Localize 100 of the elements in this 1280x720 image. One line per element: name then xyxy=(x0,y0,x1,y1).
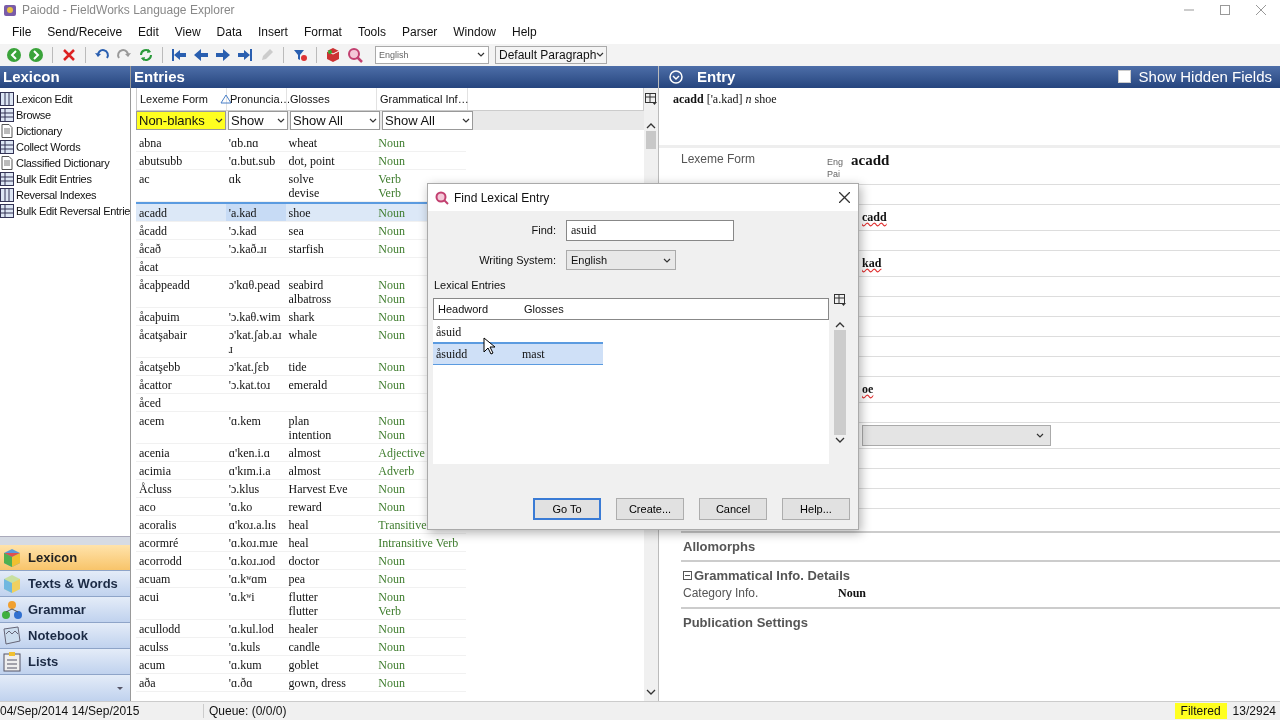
lexeme-text: aculss xyxy=(139,639,169,654)
category-text: Noun xyxy=(378,241,405,256)
cube-icon[interactable] xyxy=(325,46,341,63)
table-icon xyxy=(0,171,14,186)
category-text: Noun xyxy=(378,499,405,514)
gloss-text: emerald xyxy=(288,377,328,392)
area-button[interactable]: Texts & Words xyxy=(0,571,130,597)
column-chooser-icon[interactable] xyxy=(645,92,657,105)
collapse-icon[interactable] xyxy=(669,69,683,84)
column-header[interactable]: Headword xyxy=(434,303,524,315)
delete-icon[interactable] xyxy=(61,46,77,63)
search-icon[interactable] xyxy=(347,46,363,63)
pronunciation-text: 'ɔ.klus xyxy=(228,481,260,496)
gloss-text: whale xyxy=(288,327,318,342)
find-field[interactable]: asuid xyxy=(566,219,734,241)
gloss-text: albatross xyxy=(288,291,332,306)
tool-item[interactable]: Bulk Edit Entries xyxy=(0,170,130,187)
caret-icon xyxy=(1036,432,1044,438)
caret-icon xyxy=(369,117,377,123)
column-header[interactable]: Glosses xyxy=(524,303,564,315)
splitter-handle[interactable] xyxy=(0,536,130,545)
forward-icon[interactable] xyxy=(28,46,44,63)
tool-item[interactable]: Collect Words xyxy=(0,138,130,155)
category-text: Noun xyxy=(378,359,405,374)
column-header[interactable]: Grammatical Inf… xyxy=(380,92,469,105)
lexeme-text: ac xyxy=(139,171,150,186)
section-heading: Publication Settings xyxy=(683,614,809,630)
scroll-down-icon[interactable] xyxy=(646,689,656,695)
gloss-text: shoe xyxy=(288,205,311,220)
last-icon[interactable] xyxy=(237,46,253,63)
gloss-text: seabird xyxy=(288,277,324,292)
back-icon[interactable] xyxy=(6,46,22,63)
column-header[interactable]: Glosses xyxy=(290,92,330,105)
area-button[interactable]: Grammar xyxy=(0,597,130,623)
area-button[interactable]: Notebook xyxy=(0,623,130,649)
dialog-button[interactable]: Cancel xyxy=(699,498,767,520)
selected-row[interactable]: åsuidd mast xyxy=(433,342,603,365)
category-text: Noun xyxy=(378,277,405,292)
scrollbar-thumb[interactable] xyxy=(834,330,846,435)
menu-item[interactable]: File xyxy=(4,24,40,39)
caret-icon[interactable] xyxy=(116,685,124,691)
lexeme-text: åcað xyxy=(139,241,161,256)
checkbox-label[interactable]: Show Hidden Fields xyxy=(1138,68,1272,86)
tool-item[interactable]: Classified Dictionary xyxy=(0,154,130,171)
menu-item[interactable]: Insert xyxy=(249,24,296,39)
tool-item[interactable]: Lexicon Edit xyxy=(0,90,130,107)
area-button[interactable]: Lexicon xyxy=(0,545,130,571)
menu-item[interactable]: Format xyxy=(295,24,350,39)
menu-item[interactable]: Data xyxy=(208,24,250,39)
field-value: oe xyxy=(862,381,874,397)
menu-item[interactable]: Send/Receive xyxy=(39,24,131,39)
caret-icon xyxy=(596,52,605,58)
tool-item[interactable]: Browse xyxy=(0,106,130,123)
gloss-text: goblet xyxy=(288,657,319,672)
gloss-text: solve xyxy=(288,171,314,186)
menu-item[interactable]: Window xyxy=(445,24,504,39)
gloss-text: devise xyxy=(288,185,320,200)
lexeme-text: acimia xyxy=(139,463,171,478)
refresh-icon[interactable] xyxy=(138,46,154,63)
maximize-icon[interactable] xyxy=(1220,5,1230,15)
filter-indicator: Filtered xyxy=(1174,703,1227,719)
pronunciation-text: 'ɑ.ðɑ xyxy=(228,675,253,690)
tool-item[interactable]: Dictionary xyxy=(0,122,130,139)
close-icon[interactable] xyxy=(839,192,850,203)
style-combo[interactable]: Default Paragraph xyxy=(495,45,607,64)
scroll-down-icon[interactable] xyxy=(835,437,845,443)
pronunciation-text: 'ɑ.ko xyxy=(228,499,253,514)
menu-item[interactable]: Help xyxy=(504,24,545,39)
scroll-up-icon[interactable] xyxy=(646,122,656,129)
pane-title: Entry xyxy=(697,68,736,86)
pronunciation-text: 'ɔ.kat.toɹ xyxy=(228,377,271,392)
menu-item[interactable]: Tools xyxy=(349,24,394,39)
lexeme-text: åcadd xyxy=(139,223,167,238)
scroll-up-icon[interactable] xyxy=(835,322,845,328)
first-icon[interactable] xyxy=(171,46,187,63)
writing-system-combo[interactable]: English xyxy=(566,250,676,270)
tool-item[interactable]: Reversal Indexes xyxy=(0,186,130,203)
scrollbar-thumb[interactable] xyxy=(646,130,656,149)
area-button[interactable]: Lists xyxy=(0,649,130,675)
menu-item[interactable]: View xyxy=(166,24,209,39)
menu-item[interactable]: Parser xyxy=(393,24,446,39)
dialog-button[interactable]: Create... xyxy=(616,498,684,520)
checkbox[interactable] xyxy=(1117,70,1131,84)
dialog-button[interactable]: Go To xyxy=(533,498,601,520)
tool-item[interactable]: Bulk Edit Reversal Entrie xyxy=(0,202,130,219)
gloss-text: wheat xyxy=(288,135,318,150)
caret-icon xyxy=(462,117,470,123)
writing-system-combo[interactable]: English xyxy=(375,45,489,64)
next-icon[interactable] xyxy=(215,46,231,63)
menu-item[interactable]: Edit xyxy=(130,24,167,39)
gloss-text: flutter xyxy=(288,603,318,618)
collapse-box-icon[interactable] xyxy=(683,570,692,580)
column-header[interactable]: Pronuncia… xyxy=(230,92,291,105)
column-header[interactable]: Lexeme Form xyxy=(140,92,208,105)
pronunciation-text: 'ɑ.kul.lod xyxy=(228,621,274,636)
pronunciation-text: ɑk xyxy=(228,171,241,186)
previous-icon[interactable] xyxy=(193,46,209,63)
dialog-button[interactable]: Help... xyxy=(782,498,850,520)
gloss-text: dot, point xyxy=(288,153,335,168)
column-chooser-icon[interactable] xyxy=(834,294,846,306)
